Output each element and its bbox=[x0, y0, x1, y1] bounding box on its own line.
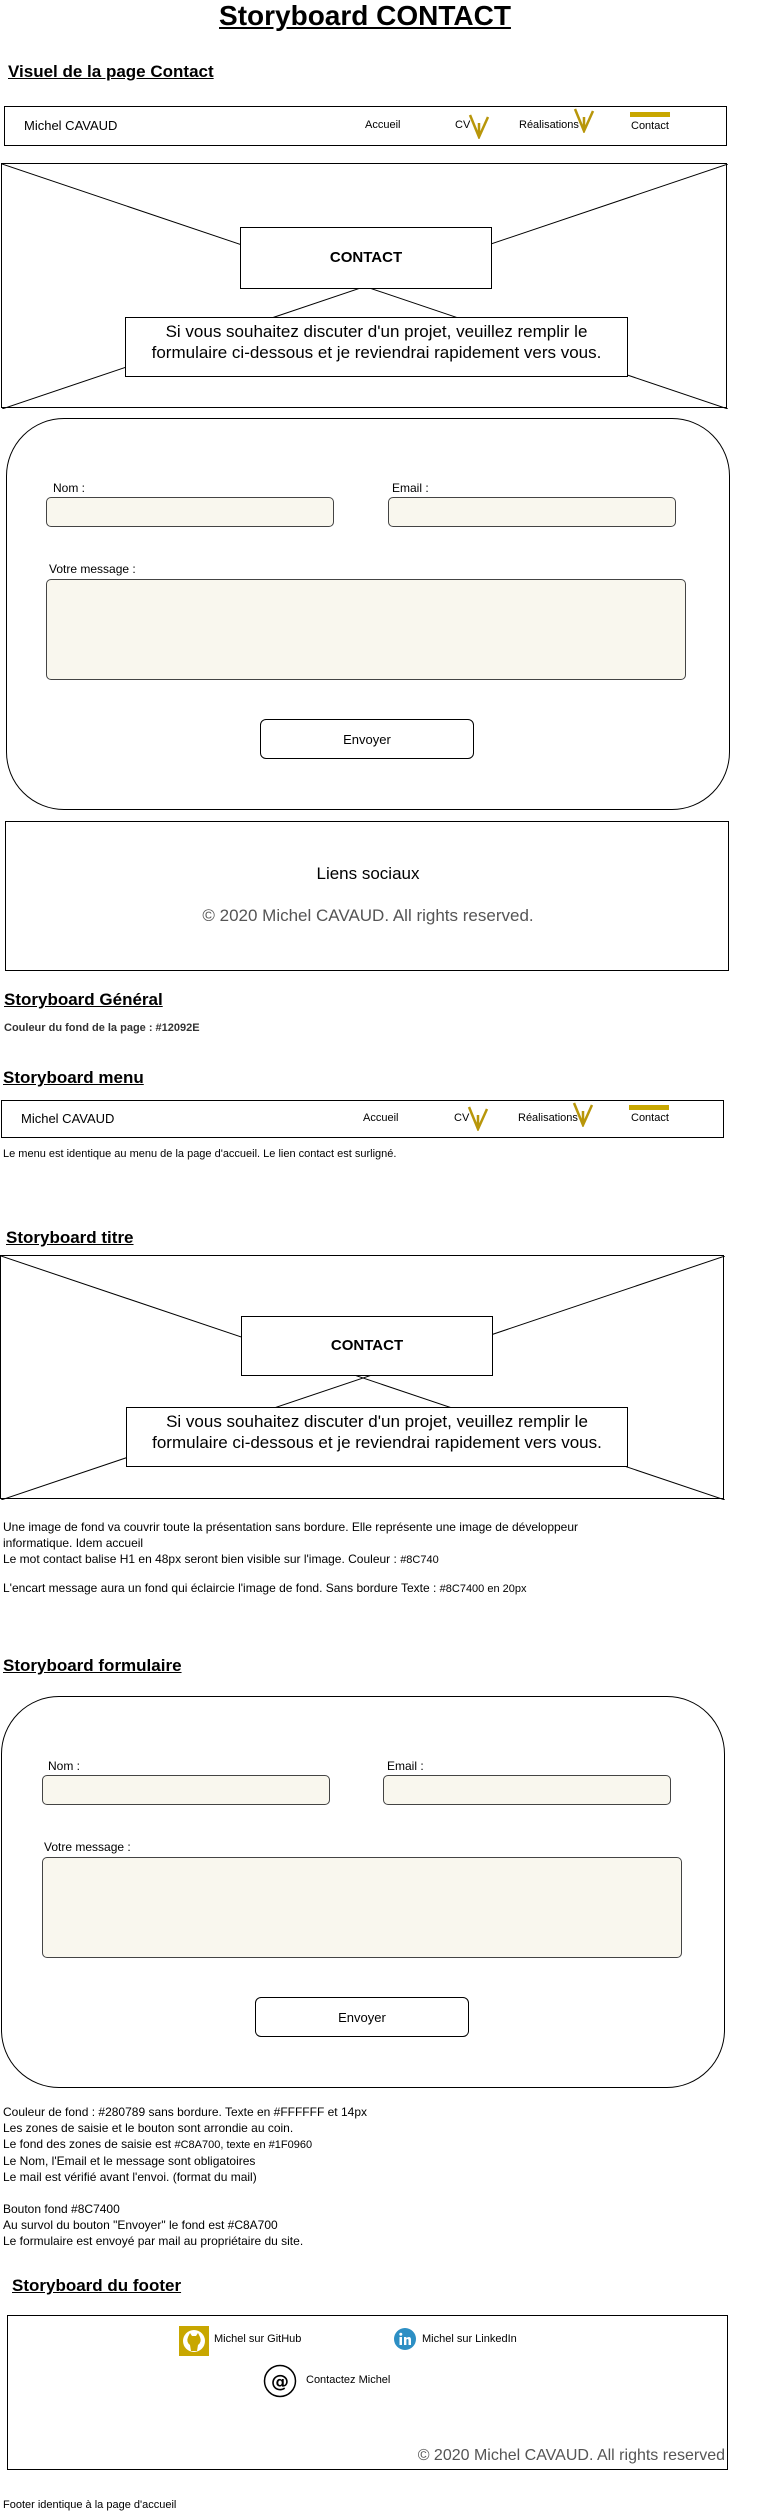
footer-preview: Liens sociaux © 2020 Michel CAVAUD. All … bbox=[5, 821, 729, 971]
nom-label: Nom : bbox=[48, 1759, 81, 1773]
hero-section: CONTACT Si vous souhaitez discuter d'un … bbox=[0, 1255, 725, 1500]
menu-note: Le menu est identique au menu de la page… bbox=[3, 1148, 397, 1160]
email-at-icon: @ bbox=[263, 2364, 297, 2398]
nom-label: Nom : bbox=[53, 481, 86, 495]
titre-notes: Une image de fond va couvrir toute la pr… bbox=[3, 1519, 578, 1597]
footer-block: Michel sur GitHub Michel sur LinkedIn @ … bbox=[7, 2315, 728, 2470]
form-note-color: #C8A700, texte en #1F0960 bbox=[174, 2139, 313, 2151]
menu-link-realisations[interactable]: Réalisations bbox=[518, 1112, 578, 1124]
copyright-text: © 2020 Michel CAVAUD. All rights reserve… bbox=[417, 2447, 725, 2464]
hero-message: Si vous souhaitez discuter d'un projet, … bbox=[125, 317, 628, 377]
titre-note-line: informatique. Idem accueil bbox=[3, 1536, 144, 1550]
hero-heading: CONTACT bbox=[241, 1316, 493, 1376]
social-links-placeholder: Liens sociaux bbox=[316, 864, 420, 883]
form-note-line: Bouton fond #8C7400 bbox=[3, 2202, 120, 2216]
hero-section: CONTACT Si vous souhaitez discuter d'un … bbox=[1, 163, 728, 409]
form-note-line: Au survol du bouton "Envoyer" le fond es… bbox=[3, 2218, 278, 2232]
section-heading-titre: Storyboard titre bbox=[6, 1228, 134, 1247]
contact-form: Nom : Email : Votre message : Envoyer bbox=[6, 418, 730, 810]
titre-note-line: Le mot contact balise H1 en 48px seront … bbox=[3, 1551, 578, 1568]
hero-message-line1: Si vous souhaitez discuter d'un projet, … bbox=[166, 1412, 588, 1431]
hero-message-line2: formulaire ci-dessous et je reviendrai r… bbox=[152, 1433, 602, 1452]
general-note: Couleur du fond de la page : #12092E bbox=[4, 1022, 200, 1034]
form-note-line: Les zones de saisie et le bouton sont ar… bbox=[3, 2121, 294, 2135]
email-label: Email : bbox=[392, 481, 429, 495]
titre-note-color: #8C740 bbox=[400, 1554, 439, 1566]
menu-bar: Michel CAVAUD Accueil CV Réalisations Co… bbox=[1, 1100, 724, 1138]
message-textarea[interactable] bbox=[46, 579, 686, 680]
cursor-arrow-icon bbox=[467, 1106, 489, 1131]
github-icon bbox=[179, 2326, 209, 2356]
linkedin-icon bbox=[394, 2328, 416, 2350]
menu-link-contact[interactable]: Contact bbox=[631, 1112, 669, 1124]
submit-button[interactable]: Envoyer bbox=[260, 719, 474, 759]
cursor-arrow-icon bbox=[573, 108, 595, 133]
titre-note-color: #8C7400 en 20px bbox=[439, 1583, 527, 1595]
cursor-arrow-icon bbox=[468, 114, 490, 139]
hero-message-line2: formulaire ci-dessous et je reviendrai r… bbox=[151, 343, 602, 362]
message-label: Votre message : bbox=[44, 1840, 131, 1854]
submit-button[interactable]: Envoyer bbox=[255, 1997, 469, 2037]
active-link-underline bbox=[630, 112, 670, 117]
section-heading-general: Storyboard Général bbox=[4, 990, 163, 1009]
titre-note-text: Le mot contact balise H1 en 48px seront … bbox=[3, 1552, 397, 1566]
footer-note: Footer identique à la page d'accueil bbox=[3, 2499, 177, 2511]
nom-input[interactable] bbox=[42, 1775, 330, 1805]
hero-message: Si vous souhaitez discuter d'un projet, … bbox=[126, 1407, 628, 1467]
email-input[interactable] bbox=[383, 1775, 671, 1805]
form-note-line: Couleur de fond : #280789 sans bordure. … bbox=[3, 2105, 367, 2119]
section-heading-footer: Storyboard du footer bbox=[12, 2276, 182, 2295]
form-notes: Couleur de fond : #280789 sans bordure. … bbox=[3, 2104, 367, 2249]
hero-heading: CONTACT bbox=[240, 227, 492, 289]
menu-brand[interactable]: Michel CAVAUD bbox=[21, 1111, 114, 1126]
hero-message-line1: Si vous souhaitez discuter d'un projet, … bbox=[165, 322, 588, 341]
form-note-line: Le formulaire est envoyé par mail au pro… bbox=[3, 2234, 304, 2248]
menu-brand[interactable]: Michel CAVAUD bbox=[24, 118, 117, 133]
page-title: Storyboard CONTACT bbox=[219, 0, 511, 31]
linkedin-link[interactable]: Michel sur LinkedIn bbox=[422, 2333, 517, 2345]
email-input[interactable] bbox=[388, 497, 676, 527]
form-note-text: Le fond des zones de saisie est bbox=[3, 2137, 172, 2151]
section-heading-menu: Storyboard menu bbox=[3, 1068, 144, 1087]
menu-link-accueil[interactable]: Accueil bbox=[363, 1112, 398, 1124]
titre-note-text: L'encart message aura un fond qui éclair… bbox=[3, 1581, 437, 1595]
svg-text:@: @ bbox=[271, 2372, 289, 2393]
form-note-line: Le fond des zones de saisie est #C8A700,… bbox=[3, 2136, 367, 2153]
active-link-underline bbox=[629, 1105, 669, 1110]
message-textarea[interactable] bbox=[42, 1857, 682, 1958]
section-heading-visuel: Visuel de la page Contact bbox=[8, 62, 214, 81]
contact-form: Nom : Email : Votre message : Envoyer bbox=[1, 1696, 725, 2088]
menu-link-realisations[interactable]: Réalisations bbox=[519, 119, 579, 131]
cursor-arrow-icon bbox=[572, 1102, 594, 1127]
form-note-line: Le mail est vérifié avant l'envoi. (form… bbox=[3, 2170, 257, 2184]
nom-input[interactable] bbox=[46, 497, 334, 527]
copyright-text: © 2020 Michel CAVAUD. All rights reserve… bbox=[202, 906, 534, 925]
menu-bar: Michel CAVAUD Accueil CV Réalisations Co… bbox=[4, 106, 727, 146]
email-label: Email : bbox=[387, 1759, 424, 1773]
message-label: Votre message : bbox=[49, 562, 136, 576]
titre-note-line: L'encart message aura un fond qui éclair… bbox=[3, 1580, 578, 1597]
titre-note-line: Une image de fond va couvrir toute la pr… bbox=[3, 1520, 579, 1534]
menu-link-contact[interactable]: Contact bbox=[631, 120, 669, 132]
contact-link[interactable]: Contactez Michel bbox=[306, 2374, 390, 2386]
section-heading-formulaire: Storyboard formulaire bbox=[3, 1656, 182, 1675]
form-note-line: Le Nom, l'Email et le message sont oblig… bbox=[3, 2154, 256, 2168]
github-link[interactable]: Michel sur GitHub bbox=[214, 2333, 301, 2345]
menu-link-accueil[interactable]: Accueil bbox=[365, 119, 400, 131]
